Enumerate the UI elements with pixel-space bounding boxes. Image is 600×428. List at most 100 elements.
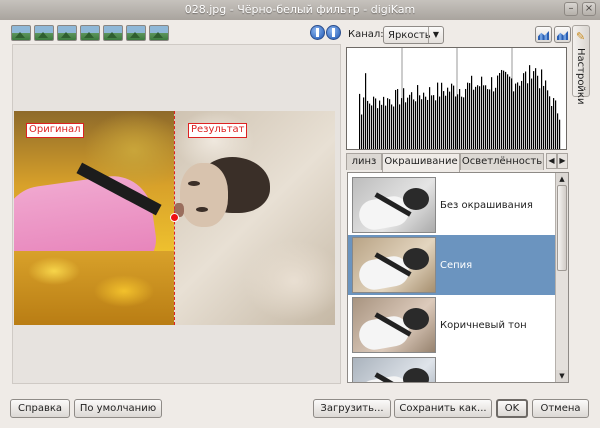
histogram-bar [389,99,391,149]
tabs-scroll-left[interactable]: ◀ [546,153,557,169]
histogram-bar [465,88,467,149]
scrollbar-thumb[interactable] [557,185,567,271]
histogram-bar [481,76,483,149]
histogram-bar [491,77,493,149]
channel-value: Яркость [388,30,431,41]
original-label: Оригинал [26,123,84,138]
histogram-bar [443,91,445,149]
tab-lens[interactable]: линз [346,153,382,170]
histogram-bar [507,74,509,149]
linear-scale-button[interactable] [535,26,552,43]
landscape-icon [84,32,94,38]
histogram-bar [559,119,561,149]
preview-target-button[interactable] [126,25,146,41]
histogram-bar [431,95,433,149]
close-window-button[interactable]: × [582,2,596,16]
cold-thumb-icon [352,357,436,382]
histogram-bar [521,80,523,149]
channel-select[interactable]: Яркость ▼ [383,26,444,44]
histogram-bar [441,82,443,149]
histogram-bar [403,88,405,149]
list-item[interactable]: Без окрашивания [348,175,556,235]
histogram-bar [495,87,497,149]
histogram-bar [401,98,403,149]
title-bar[interactable]: 028.jpg - Чёрно-белый фильтр - digiKam –… [0,0,600,20]
histogram-bar [543,85,545,149]
histogram-bar [429,87,431,149]
histogram-bar [413,99,415,149]
list-scrollbar[interactable]: ▲ ▼ [555,173,568,382]
toning-list: Без окрашивания Сепия Коричневый тон ▲ ▼ [347,172,569,383]
histogram-bar [535,68,537,149]
histogram[interactable] [346,47,567,150]
settings-side-tab[interactable]: ✎ Настройки [572,25,590,104]
histogram-bar [537,75,539,149]
list-item[interactable]: Коричневый тон [348,295,556,355]
help-button[interactable]: Справка [10,399,70,418]
compare-button[interactable] [149,25,169,41]
result-image [174,111,335,325]
histogram-bar [435,100,437,149]
histogram-bar [515,83,517,149]
histogram-bar [525,71,527,149]
histogram-bar [511,78,513,149]
list-item[interactable] [348,355,556,382]
histogram-bar [477,85,479,149]
split-vertical-button[interactable] [34,25,54,41]
histogram-bar [395,89,397,149]
histogram-bar [437,82,439,149]
settings-side-tab-label: Настройки [575,48,586,105]
landscape-icon [107,32,117,38]
histogram-bar [373,96,375,149]
split-handle[interactable] [170,213,179,222]
scroll-down-icon[interactable]: ▼ [556,370,568,382]
histogram-bar [423,92,425,149]
overexposure-button[interactable] [326,25,341,40]
defaults-button[interactable]: По умолчанию [74,399,162,418]
histogram-bar [519,85,521,149]
grayscale-thumb-icon [352,177,436,233]
load-button[interactable]: Загрузить... [313,399,391,418]
close-icon: × [584,3,594,14]
histogram-bar [501,69,503,149]
cancel-button[interactable]: Отмена [532,399,589,418]
save-as-button[interactable]: Сохранить как... [394,399,492,418]
histogram-bar [421,99,423,149]
duplicate-horizontal-button[interactable] [103,25,123,41]
histogram-plot [359,48,561,149]
settings-icon: ✎ [576,30,586,43]
landscape-icon [153,32,163,38]
histogram-bar [425,96,427,149]
duplicate-vertical-button[interactable] [80,25,100,41]
histogram-bar [415,101,417,149]
exposure-indicator-icon [332,28,335,37]
histogram-bar [505,71,507,149]
histogram-bar [411,92,413,149]
histogram-bar [549,96,551,149]
window-title: 028.jpg - Чёрно-белый фильтр - digiKam [184,3,416,16]
list-item[interactable]: Сепия [348,235,556,295]
chevron-down-icon: ▼ [428,27,443,43]
histogram-bar [513,91,515,149]
tabs-scroll-right[interactable]: ▶ [557,153,568,169]
landscape-icon [38,32,48,38]
histogram-bar [547,90,549,149]
histogram-bar [451,83,453,149]
histogram-bar [445,95,447,149]
histogram-bar [417,85,419,149]
preview-original-button[interactable] [11,25,31,41]
tab-lightness[interactable]: Осветлённость [460,153,544,170]
histogram-bar [369,103,371,149]
original-image [14,111,174,325]
underexposure-button[interactable] [310,25,325,40]
scroll-up-icon[interactable]: ▲ [556,173,568,185]
histogram-bar [545,80,547,149]
ok-button[interactable]: OK [496,399,528,418]
tab-toning[interactable]: Окрашивание [382,153,460,172]
split-horizontal-button[interactable] [57,25,77,41]
histogram-bar [407,97,409,149]
histogram-bar [375,98,377,149]
minimize-button[interactable]: – [564,2,578,16]
histogram-bar [371,105,373,149]
log-scale-button[interactable] [554,26,571,43]
